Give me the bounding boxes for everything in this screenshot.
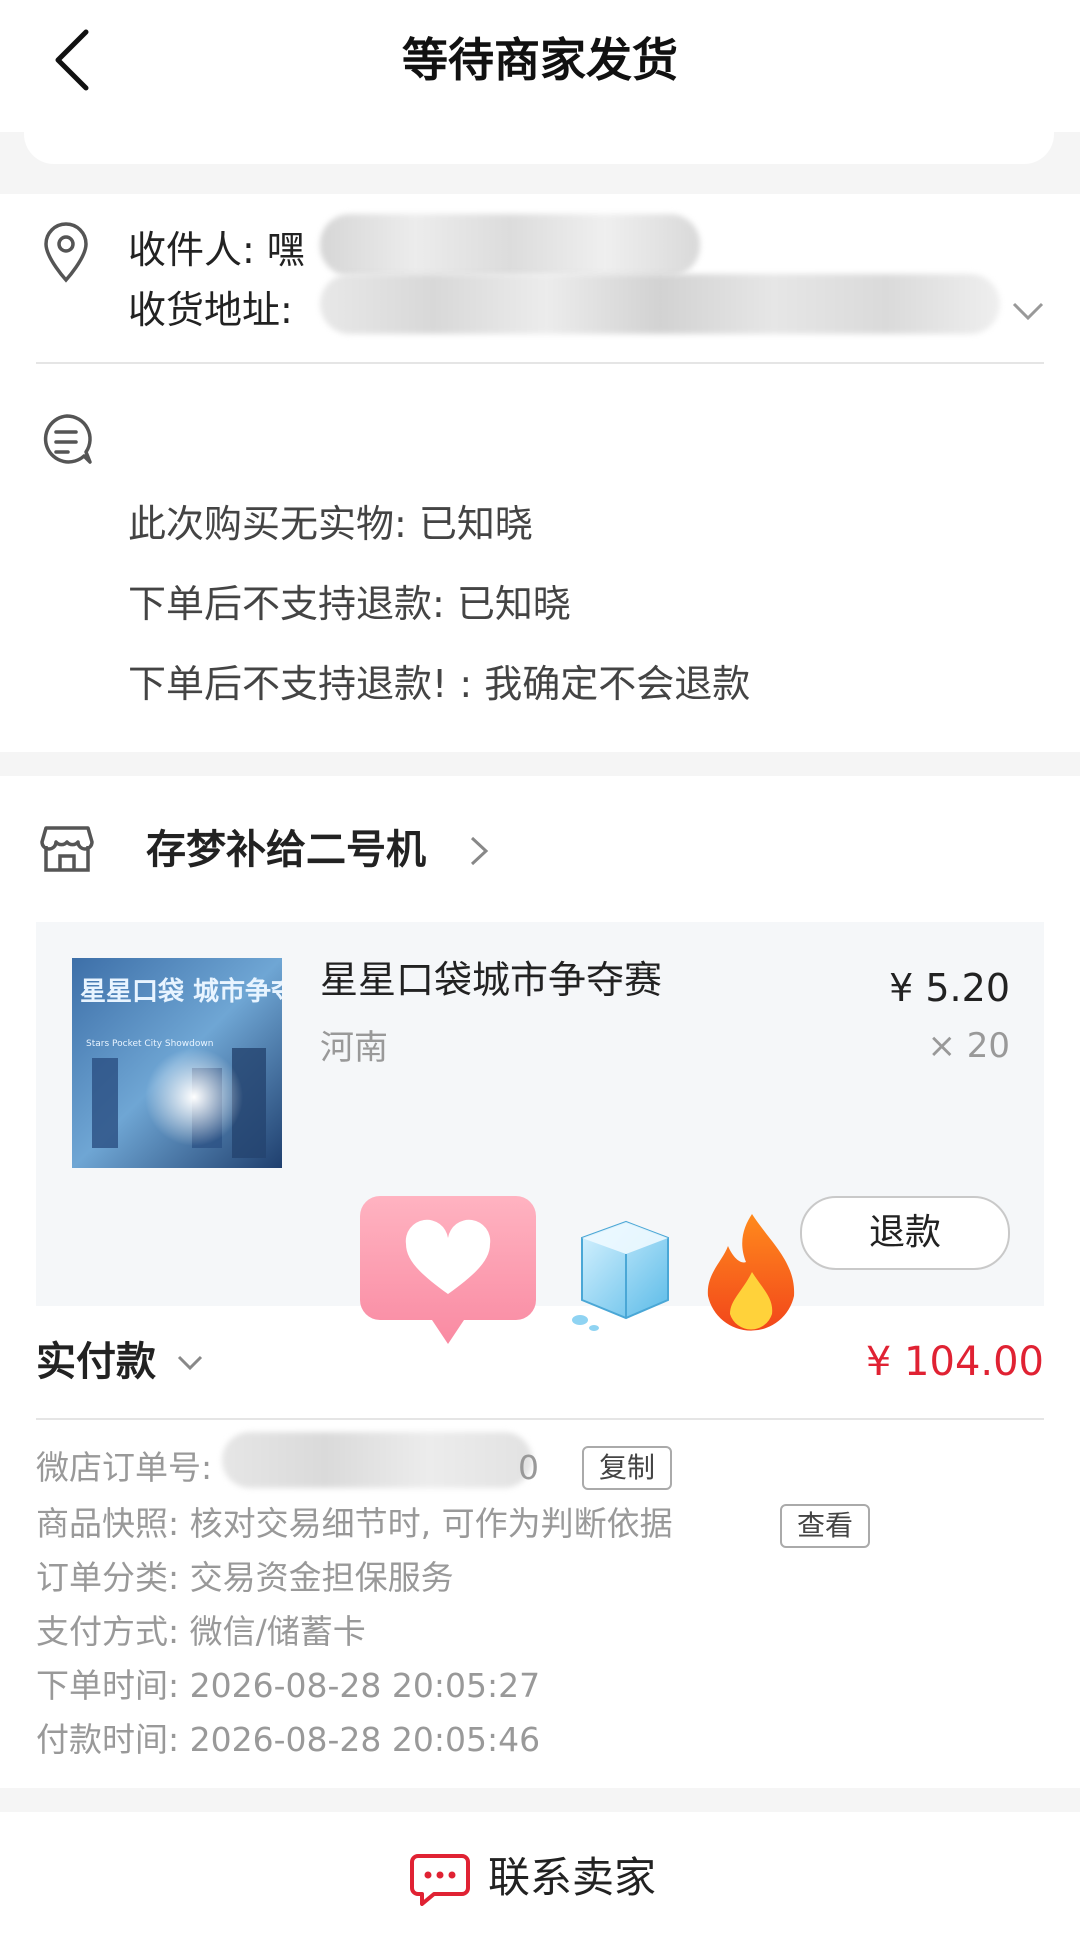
payment-method: 支付方式: 微信/储蓄卡 (36, 1612, 366, 1651)
copy-button[interactable]: 复制 (582, 1446, 672, 1490)
product-image-title: 星星口袋 城市争夺赛 (80, 976, 282, 1007)
recipient-name-redacted (320, 214, 700, 276)
note-line: 此次购买无实物: 已知晓 (128, 502, 533, 546)
ice-cube-reaction-icon[interactable] (562, 1214, 676, 1334)
note-line: 下单后不支持退款! : 我确定不会退款 (128, 662, 751, 706)
divider (36, 1418, 1044, 1420)
contact-seller-button[interactable]: 联系卖家 (488, 1846, 656, 1910)
note-line: 下单后不支持退款: 已知晓 (128, 582, 571, 626)
recipient-label: 收件人: 嘿 (128, 228, 305, 272)
order-number-tail: 0 (518, 1448, 539, 1487)
chevron-right-icon[interactable] (468, 834, 490, 868)
order-number-redacted (222, 1432, 532, 1488)
address-redacted (320, 274, 1000, 334)
divider (36, 362, 1044, 364)
product-image-subtitle: Stars Pocket City Showdown (86, 1039, 213, 1049)
order-time: 下单时间: 2026-08-28 20:05:27 (36, 1666, 541, 1705)
header-card-edge (24, 110, 1054, 164)
product-price: ¥ 5.20 (889, 966, 1010, 1010)
refund-button[interactable]: 退款 (800, 1196, 1010, 1270)
heart-reaction-icon[interactable] (360, 1196, 536, 1346)
note-icon (43, 414, 92, 464)
order-number-label: 微店订单号: (36, 1448, 213, 1487)
paid-amount: ¥ 104.00 (865, 1339, 1044, 1385)
product-image[interactable]: 星星口袋 城市争夺赛 Stars Pocket City Showdown (72, 958, 282, 1168)
order-category: 订单分类: 交易资金担保服务 (36, 1558, 454, 1597)
chat-bubble-icon[interactable] (410, 1852, 470, 1906)
paid-amount-label[interactable]: 实付款 (36, 1332, 156, 1392)
store-icon (40, 826, 94, 872)
product-name[interactable]: 星星口袋城市争夺赛 (320, 952, 662, 1008)
fire-reaction-icon[interactable] (700, 1212, 802, 1340)
product-spec: 河南 (320, 1028, 388, 1068)
view-snapshot-button[interactable]: 查看 (780, 1504, 870, 1548)
snapshot-text: 商品快照: 核对交易细节时, 可作为判断依据 (36, 1504, 673, 1543)
product-quantity: × 20 (927, 1026, 1010, 1066)
chevron-down-icon[interactable] (176, 1354, 204, 1372)
location-pin-icon (44, 222, 88, 283)
shop-name[interactable]: 存梦补给二号机 (146, 820, 426, 880)
chevron-down-icon[interactable] (1010, 300, 1046, 324)
payment-time: 付款时间: 2026-08-28 20:05:46 (36, 1720, 541, 1759)
page-title: 等待商家发货 (402, 33, 678, 87)
address-label: 收货地址: (128, 288, 293, 332)
